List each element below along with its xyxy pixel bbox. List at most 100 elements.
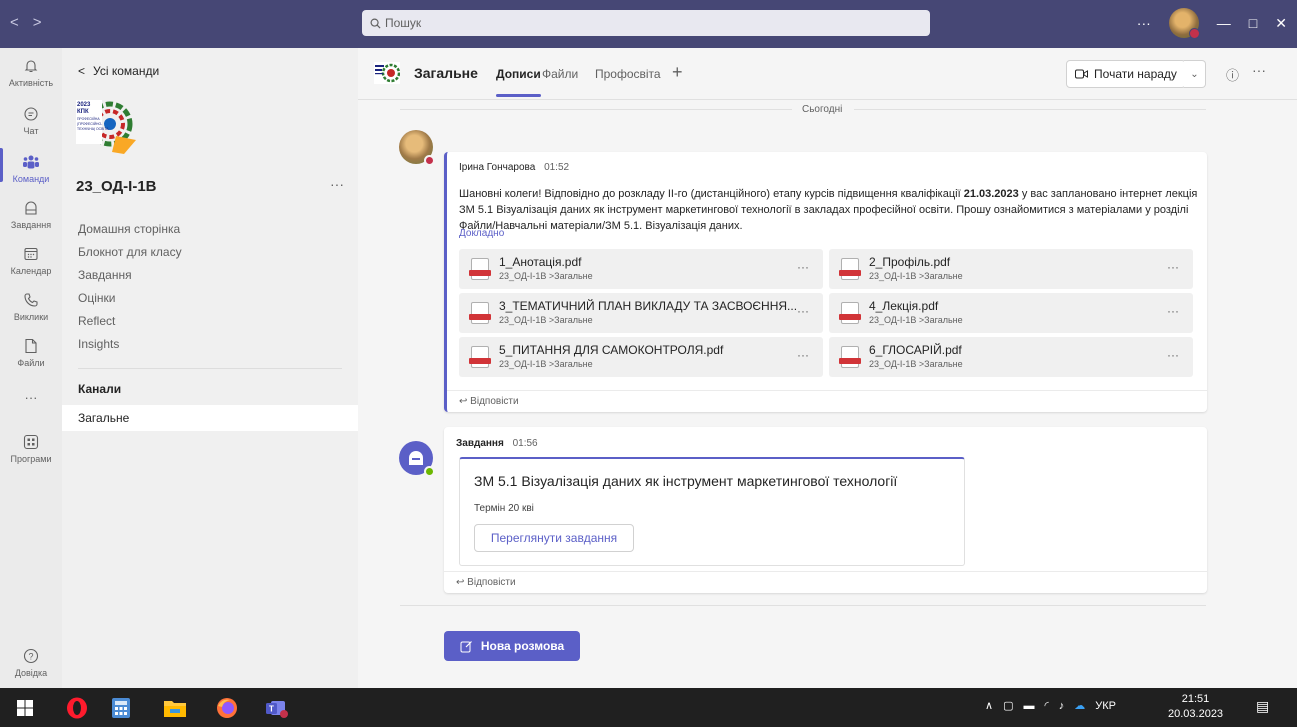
more-icon: ··· <box>24 390 38 405</box>
see-more-link[interactable]: Докладно <box>459 228 504 239</box>
assignments-bot-avatar[interactable] <box>399 441 435 477</box>
file-attachment[interactable]: 3_ТЕМАТИЧНИЙ ПЛАН ВИКЛАДУ ТА ЗАСВОЄННЯ..… <box>459 293 823 333</box>
available-status-dot <box>424 466 435 477</box>
chevron-up-icon[interactable]: ∧ <box>985 699 993 712</box>
divider <box>400 605 1206 606</box>
team-logo: 2023 КПК ПРОФЕСІЙНА (ПРОФЕСІЙНО- ТЕХНІЧН… <box>76 100 136 154</box>
teams-icon <box>21 152 41 172</box>
restore-icon[interactable]: □ <box>1249 15 1257 31</box>
rail-label: Команди <box>12 174 50 184</box>
volume-icon[interactable]: ♪ <box>1059 700 1065 712</box>
rail-apps[interactable]: Програми <box>0 432 62 464</box>
team-link-notebook[interactable]: Блокнот для класу <box>78 241 182 264</box>
forward-arrow-icon[interactable]: > <box>33 14 42 31</box>
pdf-icon <box>469 302 491 324</box>
tab-files[interactable]: Файли <box>542 67 578 81</box>
file-attachment[interactable]: 1_Анотація.pdf 23_ОД-І-1В >Загальне ··· <box>459 249 823 289</box>
all-teams-label: Усі команди <box>93 64 160 78</box>
file-name: 1_Анотація.pdf <box>499 255 582 269</box>
rail-more[interactable]: ··· <box>0 390 62 405</box>
file-path: 23_ОД-І-1В >Загальне <box>869 271 963 281</box>
file-name: 5_ПИТАННЯ ДЛЯ САМОКОНТРОЛЯ.pdf <box>499 343 724 357</box>
file-more-icon[interactable]: ··· <box>797 260 809 274</box>
rail-assignments[interactable]: Завдання <box>0 198 62 230</box>
team-more-icon[interactable]: ··· <box>330 176 344 192</box>
post-time: 01:56 <box>512 438 538 449</box>
back-arrow-icon[interactable]: < <box>10 14 19 31</box>
new-conversation-label: Нова розмова <box>480 639 565 653</box>
add-tab-icon[interactable]: + <box>672 62 683 83</box>
rail-label: Чат <box>23 126 39 136</box>
message-post: Ірина Гончарова 01:52 Шановні колеги! Ві… <box>444 152 1207 412</box>
assignment-title: ЗМ 5.1 Візуалізація даних як інструмент … <box>474 473 898 489</box>
clock-time: 21:51 <box>1181 693 1210 705</box>
author-avatar[interactable] <box>399 130 435 166</box>
team-link-reflect[interactable]: Reflect <box>78 310 182 333</box>
help-icon: ? <box>21 646 41 666</box>
system-clock[interactable]: 21:51 20.03.2023 <box>1168 692 1223 722</box>
rail-activity[interactable]: Активність <box>0 56 62 88</box>
file-more-icon[interactable]: ··· <box>797 348 809 362</box>
teams-taskbar-icon[interactable]: T <box>264 695 289 720</box>
battery-icon[interactable]: ▬ <box>1023 700 1034 712</box>
message-body: Шановні колеги! Відповідно до розкладу І… <box>459 188 1198 232</box>
meet-dropdown-chevron-icon[interactable]: ⌄ <box>1184 60 1206 88</box>
file-more-icon[interactable]: ··· <box>1167 260 1179 274</box>
channel-general[interactable]: Загальне <box>62 405 358 431</box>
phone-icon <box>21 290 41 310</box>
windows-start-icon[interactable] <box>12 695 37 720</box>
onedrive-icon[interactable]: ☁ <box>1074 699 1085 712</box>
rail-teams[interactable]: Команди <box>0 148 62 184</box>
tab-posts[interactable]: Дописи <box>496 67 541 97</box>
bell-icon <box>21 56 41 76</box>
reply-button[interactable]: ↩ Відповісти <box>444 571 1207 593</box>
all-teams-link[interactable]: < Усі команди <box>78 64 159 78</box>
team-link-grades[interactable]: Оцінки <box>78 287 182 310</box>
svg-text:?: ? <box>28 652 33 662</box>
notifications-icon[interactable]: ▤ <box>1256 698 1269 715</box>
minimize-icon[interactable]: — <box>1217 15 1231 31</box>
pdf-icon <box>839 302 861 324</box>
rail-calendar[interactable]: Календар <box>0 244 62 276</box>
wifi-icon[interactable]: ◜ <box>1044 699 1048 712</box>
file-attachment[interactable]: 6_ГЛОСАРІЙ.pdf 23_ОД-І-1В >Загальне ··· <box>829 337 1193 377</box>
team-link-insights[interactable]: Insights <box>78 333 182 356</box>
search-input[interactable]: Пошук <box>362 10 930 36</box>
file-explorer-icon[interactable] <box>162 695 187 720</box>
channel-more-icon[interactable]: ··· <box>1252 62 1266 78</box>
file-more-icon[interactable]: ··· <box>1167 304 1179 318</box>
file-attachment[interactable]: 4_Лекція.pdf 23_ОД-І-1В >Загальне ··· <box>829 293 1193 333</box>
team-link-assignments[interactable]: Завдання <box>78 264 182 287</box>
calendar-icon <box>21 244 41 264</box>
close-icon[interactable]: ✕ <box>1275 15 1287 32</box>
more-options-icon[interactable]: ··· <box>1137 15 1151 31</box>
new-conversation-button[interactable]: Нова розмова <box>444 631 580 661</box>
calculator-icon[interactable] <box>108 695 133 720</box>
tab-profosvita[interactable]: Профосвіта <box>595 67 661 81</box>
opera-icon[interactable] <box>64 695 89 720</box>
language-indicator[interactable]: УКР <box>1095 700 1116 712</box>
assignment-due: Термін 20 кві <box>474 503 534 514</box>
reply-button[interactable]: ↩ Відповісти <box>447 390 1207 412</box>
rail-chat[interactable]: Чат <box>0 104 62 136</box>
team-link-home[interactable]: Домашня сторінка <box>78 218 182 241</box>
info-icon[interactable]: ⓘ <box>1226 65 1239 84</box>
rail-files[interactable]: Файли <box>0 336 62 368</box>
profile-avatar[interactable] <box>1168 8 1200 39</box>
file-attachment[interactable]: 2_Профіль.pdf 23_ОД-І-1В >Загальне ··· <box>829 249 1193 289</box>
meet-now-tray-icon[interactable]: ▢ <box>1003 699 1013 712</box>
meet-now-button[interactable]: Почати нараду <box>1066 60 1186 88</box>
reply-arrow-icon: ↩ <box>456 577 465 588</box>
author-name: Ірина Гончарова <box>459 162 536 173</box>
view-assignment-button[interactable]: Переглянути завдання <box>474 524 634 552</box>
rail-calls[interactable]: Виклики <box>0 290 62 322</box>
file-more-icon[interactable]: ··· <box>797 304 809 318</box>
rail-label: Активність <box>8 78 54 88</box>
clock-date: 20.03.2023 <box>1168 708 1224 720</box>
file-more-icon[interactable]: ··· <box>1167 348 1179 362</box>
rail-help[interactable]: ? Довідка <box>0 646 62 678</box>
file-path: 23_ОД-І-1В >Загальне <box>869 359 963 369</box>
firefox-icon[interactable] <box>214 695 239 720</box>
channel-title: Загальне <box>414 65 478 81</box>
file-attachment[interactable]: 5_ПИТАННЯ ДЛЯ САМОКОНТРОЛЯ.pdf 23_ОД-І-1… <box>459 337 823 377</box>
